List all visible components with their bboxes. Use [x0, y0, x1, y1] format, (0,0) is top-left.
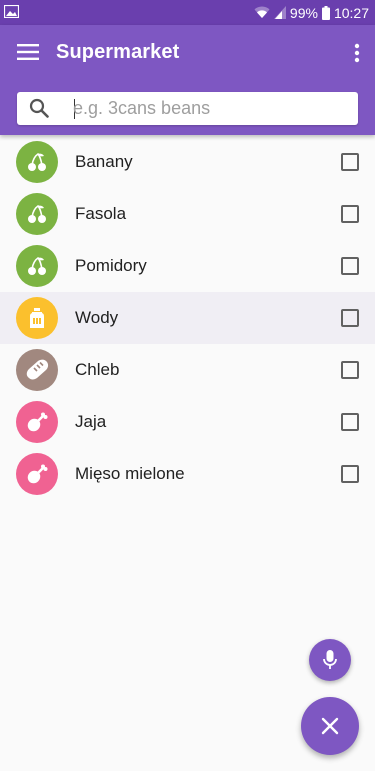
battery-icon	[321, 5, 330, 20]
grocery-list: Banany Fasola Pomidory Wody Chleb Jaja Mięso m…	[0, 136, 375, 500]
menu-icon[interactable]	[17, 44, 39, 60]
item-checkbox[interactable]	[341, 309, 359, 327]
item-checkbox[interactable]	[341, 153, 359, 171]
item-checkbox[interactable]	[341, 257, 359, 275]
item-label: Fasola	[75, 204, 127, 223]
search-input[interactable]	[73, 95, 343, 122]
item-checkbox[interactable]	[341, 413, 359, 431]
item-avatar	[16, 245, 58, 287]
list-item[interactable]: Wody	[0, 292, 375, 344]
item-avatar	[16, 193, 58, 235]
more-options-icon[interactable]	[353, 43, 361, 63]
item-avatar	[16, 141, 58, 183]
item-label: Wody	[75, 308, 119, 327]
voice-input-button[interactable]	[309, 639, 351, 681]
item-checkbox[interactable]	[341, 465, 359, 483]
signal-icon	[273, 6, 286, 19]
status-bar: 99% 10:27	[0, 0, 375, 25]
item-avatar	[16, 349, 58, 391]
page-title: Supermarket	[56, 41, 180, 63]
item-checkbox[interactable]	[341, 361, 359, 379]
item-avatar	[16, 297, 58, 339]
clock: 10:27	[333, 4, 369, 21]
gallery-notification-icon	[4, 5, 19, 18]
close-fab-button[interactable]	[301, 697, 359, 755]
microphone-icon	[323, 650, 337, 669]
water-bottle-icon	[27, 307, 47, 329]
list-item[interactable]: Pomidory	[0, 240, 375, 292]
close-icon	[321, 717, 339, 735]
bread-icon	[25, 359, 49, 381]
list-item[interactable]: Chleb	[0, 344, 375, 396]
cherries-icon	[26, 255, 48, 277]
drumstick-icon	[26, 411, 48, 433]
item-avatar	[16, 453, 58, 495]
wifi-icon	[254, 6, 270, 18]
item-label: Banany	[75, 152, 133, 171]
list-item[interactable]: Jaja	[0, 396, 375, 448]
list-item[interactable]: Fasola	[0, 188, 375, 240]
item-avatar	[16, 401, 58, 443]
item-label: Jaja	[75, 412, 107, 431]
item-label: Mięso mielone	[75, 464, 185, 483]
item-label: Chleb	[75, 360, 120, 379]
cherries-icon	[26, 151, 48, 173]
drumstick-icon	[26, 463, 48, 485]
list-item[interactable]: Banany	[0, 136, 375, 188]
app-bar: Supermarket	[0, 25, 375, 135]
search-icon[interactable]	[29, 98, 49, 118]
list-item[interactable]: Mięso mielone	[0, 448, 375, 500]
cherries-icon	[26, 203, 48, 225]
battery-percent: 99%	[289, 4, 318, 21]
search-box	[17, 92, 358, 125]
item-label: Pomidory	[75, 256, 147, 275]
item-checkbox[interactable]	[341, 205, 359, 223]
